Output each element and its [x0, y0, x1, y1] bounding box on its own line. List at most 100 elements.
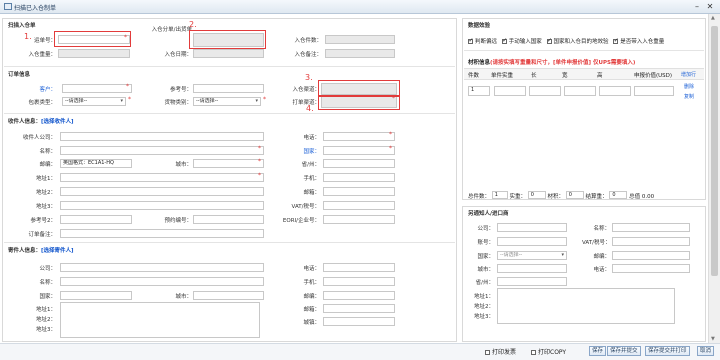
sender-address-textarea[interactable]: [60, 302, 260, 338]
cancel-button[interactable]: 取消: [697, 346, 715, 356]
checkbox-country-dest[interactable]: [546, 37, 552, 44]
sender-postcode-input[interactable]: [323, 291, 395, 300]
row-width-input[interactable]: [564, 86, 596, 96]
inbound-weight-input[interactable]: [58, 49, 130, 58]
scrollbar[interactable]: ▲ ▼: [708, 14, 720, 345]
receiver-name-label: 名称：: [39, 149, 56, 155]
col-count: 件数: [468, 73, 480, 79]
print-invoice-label: 打印发票: [492, 349, 517, 356]
row-count-input[interactable]: 1: [468, 86, 490, 96]
check-country-dest-label: 国家和入仓目的地效验: [553, 39, 609, 45]
check-bring-weight-label: 是否带入入仓重量: [620, 39, 665, 45]
save-submit-print-button[interactable]: 保存提交并打印: [645, 346, 690, 356]
row-length-input[interactable]: [529, 86, 561, 96]
receiver-address3-input[interactable]: [60, 201, 264, 210]
notify-company-input[interactable]: [497, 223, 567, 232]
inbound-count-input[interactable]: [325, 35, 395, 44]
scroll-thumb[interactable]: [711, 26, 718, 276]
ref-no-input[interactable]: [193, 84, 264, 93]
select-sender-link[interactable]: [选择寄件人]: [41, 248, 74, 254]
customer-label[interactable]: 客户：: [20, 85, 56, 93]
sender-country-input[interactable]: [60, 291, 132, 300]
sender-mobile-input[interactable]: [323, 277, 395, 286]
volume-value: 0: [565, 191, 584, 199]
ref-no-label: 参考号：: [169, 87, 192, 93]
highlight-box-2: [189, 30, 266, 49]
receiver-address1-input[interactable]: [60, 173, 264, 182]
inbound-count-label: 入仓件数：: [294, 38, 322, 44]
notify-phone-input[interactable]: [612, 264, 690, 273]
checkbox-bring-weight[interactable]: [613, 37, 619, 44]
row-weight-input[interactable]: [494, 86, 526, 96]
notify-postcode-input[interactable]: [612, 251, 690, 260]
notify-address-textarea[interactable]: [497, 288, 675, 324]
sender-company-input[interactable]: [60, 263, 264, 272]
check-country-dest[interactable]: 国家和入仓目的地效验: [546, 37, 609, 45]
notify-account-input[interactable]: [497, 237, 567, 246]
sender-phone-label: 电话：: [303, 266, 320, 272]
total-weight-value: 0: [609, 191, 628, 199]
copy-row-link[interactable]: 复制: [684, 93, 694, 100]
receiver-country-input[interactable]: [323, 146, 395, 155]
annotation-1: 1.: [24, 32, 32, 41]
receiver-postcode-input[interactable]: 英国格式：EC1A1-HQ: [60, 159, 132, 168]
sender-email-input[interactable]: [323, 304, 395, 313]
print-invoice-checkbox[interactable]: [485, 350, 490, 355]
receiver-ref2-input[interactable]: [60, 215, 132, 224]
inbound-remark-input[interactable]: [325, 49, 395, 58]
receiver-booking-input[interactable]: [193, 215, 264, 224]
row-height-input[interactable]: [599, 86, 631, 96]
sender-city-input[interactable]: [193, 291, 264, 300]
receiver-province-input[interactable]: [323, 159, 395, 168]
goods-type-select[interactable]: --请选择--: [193, 97, 261, 106]
receiver-email-input[interactable]: [323, 187, 395, 196]
check-remote[interactable]: 判断偏远: [468, 37, 497, 45]
package-type-select[interactable]: --请选择--: [62, 97, 126, 106]
sender-town-input[interactable]: [323, 317, 395, 326]
save-submit-button[interactable]: 保存并提交: [607, 346, 641, 356]
delete-row-link[interactable]: 删除: [684, 83, 694, 90]
close-button[interactable]: ✕: [705, 2, 715, 12]
save-button[interactable]: 保存: [589, 346, 607, 356]
receiver-email-label: 邮箱：: [303, 190, 320, 196]
receiver-name-input[interactable]: [60, 146, 264, 155]
col-height: 高: [597, 73, 603, 79]
add-row-link[interactable]: 增加行: [681, 71, 696, 78]
receiver-country-label[interactable]: 国家：: [280, 147, 320, 155]
row-value-input[interactable]: [634, 86, 674, 96]
sender-town-label: 城镇：: [303, 320, 320, 326]
receiver-eori-input[interactable]: [323, 215, 395, 224]
checkbox-remote[interactable]: [468, 37, 474, 44]
receiver-phone-input[interactable]: [323, 132, 395, 141]
sender-phone-input[interactable]: [323, 263, 395, 272]
customer-input[interactable]: [62, 84, 132, 93]
material-hint: (请按实填写重量和尺寸，[单件申报价值] 仅UPS需要填入): [490, 60, 636, 66]
sender-address3-label: 地址3：: [36, 327, 56, 333]
receiver-address2-input[interactable]: [60, 187, 264, 196]
minimize-button[interactable]: –: [692, 2, 702, 12]
sender-address2-label: 地址2：: [36, 317, 56, 323]
check-bring-weight[interactable]: 是否带入入仓重量: [613, 37, 665, 45]
total-weight-label: 结算重：: [585, 194, 608, 200]
receiver-vat-input[interactable]: [323, 201, 395, 210]
print-invoice-option[interactable]: 打印发票: [485, 347, 516, 356]
receiver-mobile-input[interactable]: [323, 173, 395, 182]
receiver-city-input[interactable]: [193, 159, 264, 168]
sender-email-label: 邮箱：: [303, 307, 320, 313]
notify-province-input[interactable]: [497, 277, 567, 286]
receiver-company-input[interactable]: [60, 132, 264, 141]
print-copy-checkbox[interactable]: [531, 350, 536, 355]
print-copy-option[interactable]: 打印COPY: [531, 347, 566, 356]
notify-vat-input[interactable]: [612, 237, 690, 246]
order-remark-input[interactable]: [60, 229, 264, 238]
notify-country-select[interactable]: --请选择--: [497, 251, 567, 260]
inbound-date-input[interactable]: [193, 49, 264, 58]
notify-name-input[interactable]: [612, 223, 690, 232]
check-manual-country[interactable]: 手动输入国家: [501, 37, 542, 45]
sender-name-input[interactable]: [60, 277, 264, 286]
notify-city-input[interactable]: [497, 264, 567, 273]
scroll-down-icon[interactable]: ▼: [711, 336, 715, 342]
checkbox-manual-country[interactable]: [501, 37, 507, 44]
select-receiver-link[interactable]: [选择收件人]: [41, 119, 74, 125]
scroll-up-icon[interactable]: ▲: [711, 15, 715, 21]
